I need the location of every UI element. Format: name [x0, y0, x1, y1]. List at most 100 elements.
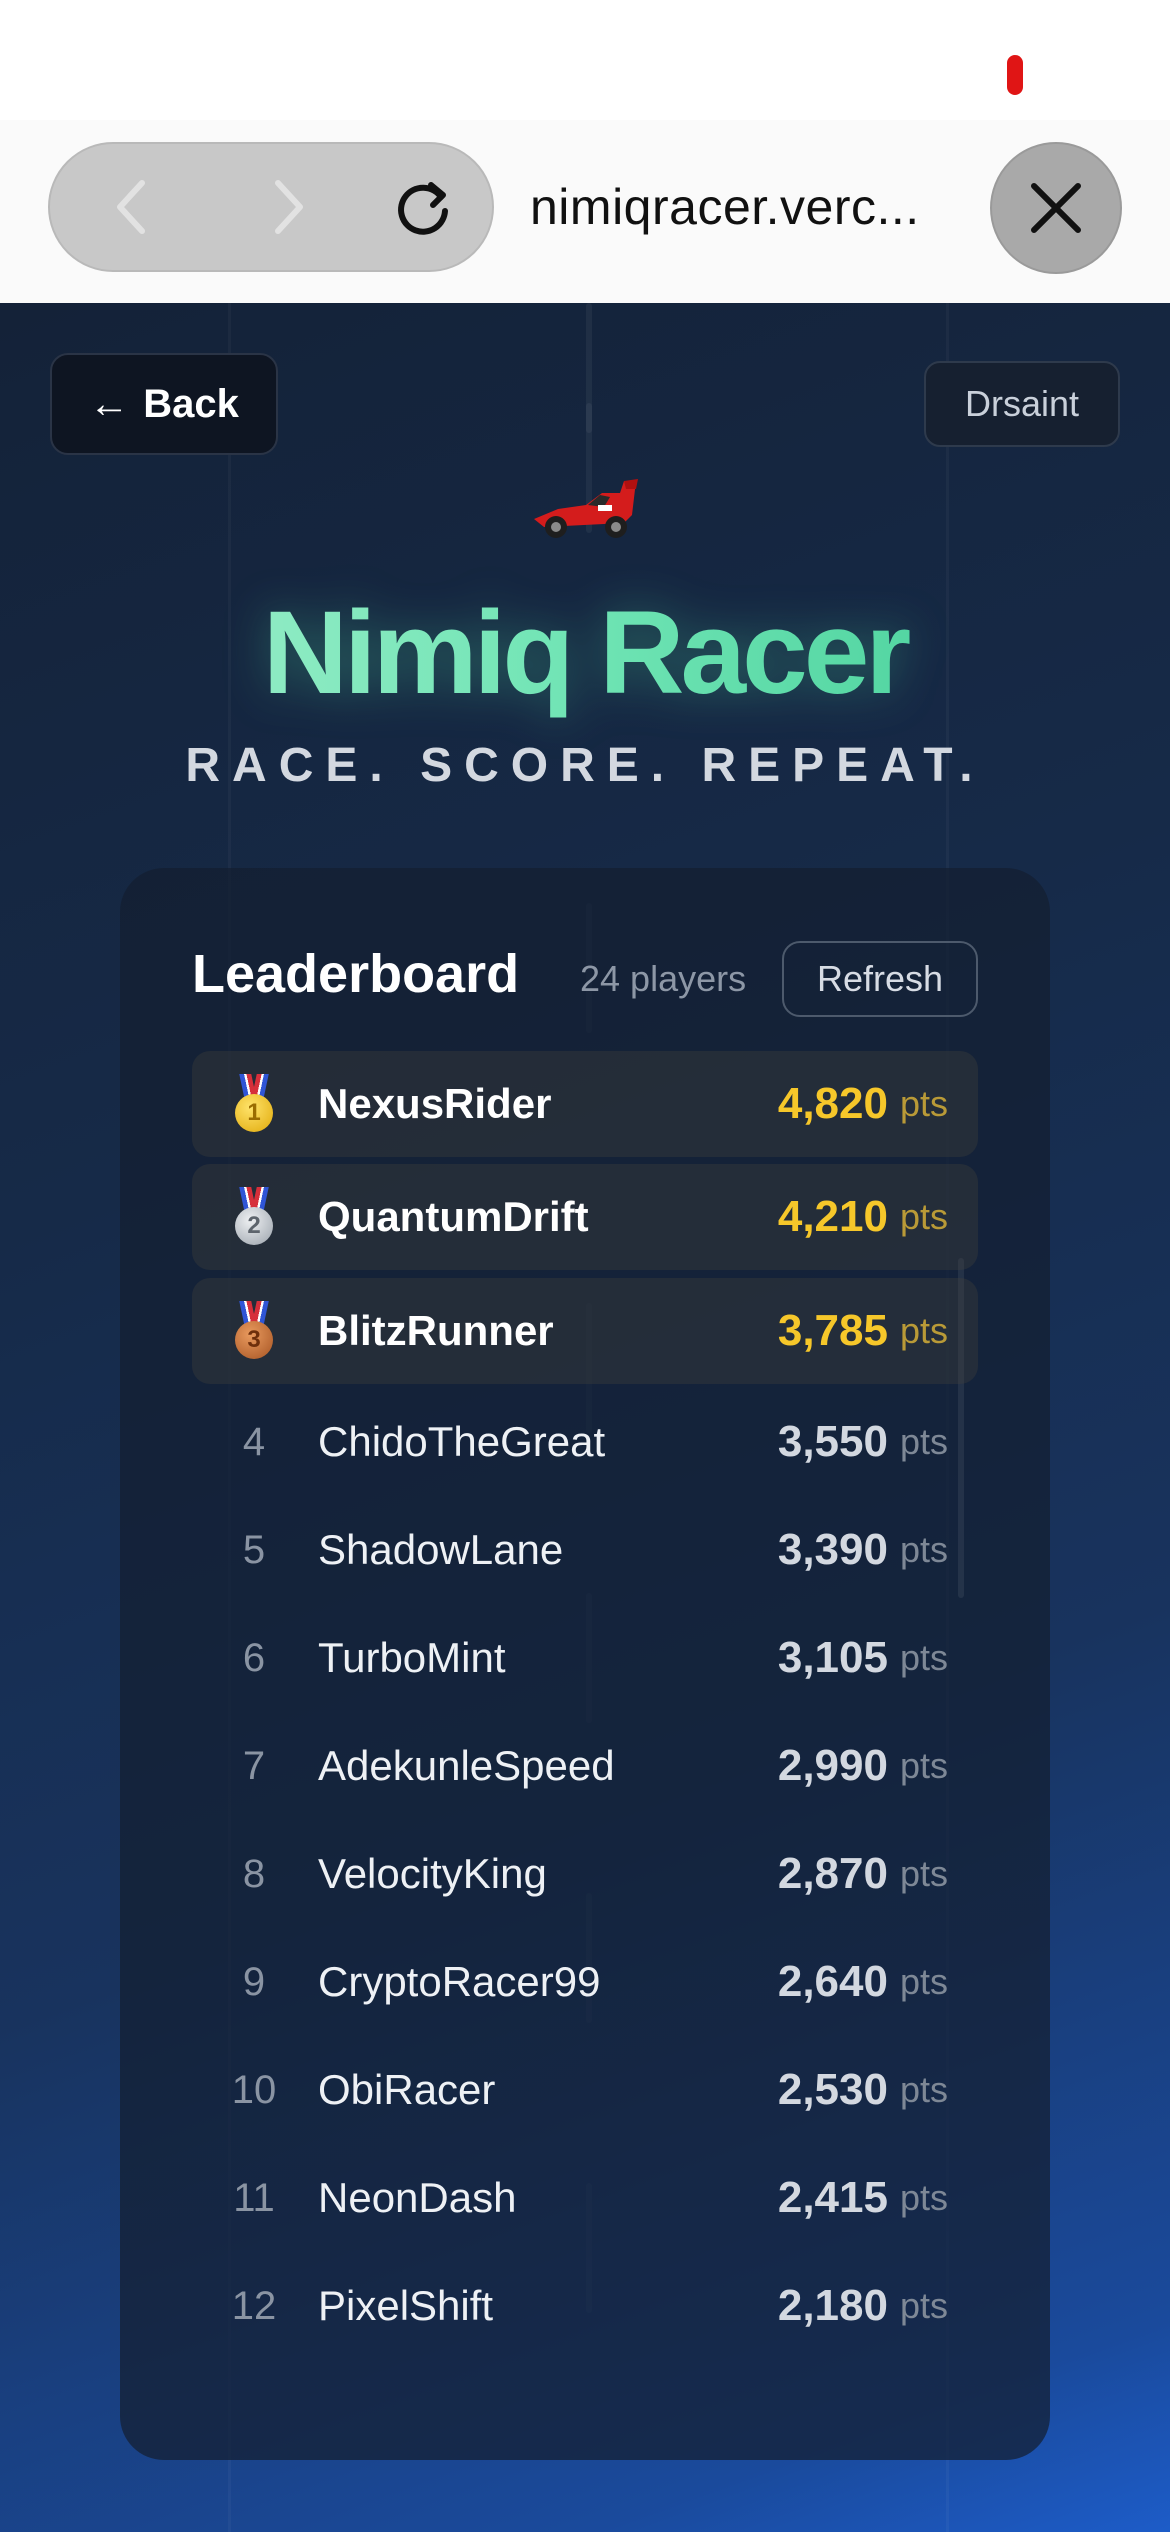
rank-number: 5	[242, 1527, 266, 1572]
medal-rank-number: 1	[235, 1094, 273, 1132]
leaderboard-row: 6 TurboMint 3,105 pts	[192, 1605, 978, 1711]
score-unit: pts	[899, 2069, 948, 2110]
score-unit: pts	[899, 2285, 948, 2326]
player-score: 2,640 pts	[778, 1929, 948, 2035]
score-value: 2,990	[777, 1741, 888, 1790]
browser-close-button[interactable]	[990, 142, 1122, 274]
score-value: 3,390	[777, 1525, 888, 1574]
player-name: BlitzRunner	[318, 1307, 554, 1354]
score-value: 4,820	[777, 1079, 888, 1128]
leaderboard-row: 11 NeonDash 2,415 pts	[192, 2145, 978, 2251]
rank-number: 10	[231, 2067, 277, 2112]
player-score: 4,820 pts	[778, 1051, 948, 1157]
rank-number: 4	[242, 1419, 266, 1464]
app-tagline: RACE. SCORE. REPEAT.	[185, 739, 985, 792]
browser-reload-button[interactable]	[368, 144, 478, 270]
refresh-button[interactable]: Refresh	[782, 941, 978, 1017]
rank-number: 11	[233, 2175, 275, 2220]
back-button-label: Back	[143, 381, 239, 426]
score-unit: pts	[899, 1196, 948, 1237]
score-unit: pts	[899, 1853, 948, 1894]
chevron-left-icon	[117, 180, 145, 234]
player-name: TurboMint	[318, 1634, 506, 1681]
player-score: 3,785 pts	[778, 1278, 948, 1384]
leaderboard-title: Leaderboard	[192, 944, 520, 1004]
navigation-controls	[48, 142, 494, 272]
rank-number: 8	[242, 1851, 266, 1896]
player-score: 3,390 pts	[778, 1497, 948, 1603]
browser-forward-button[interactable]	[235, 144, 345, 270]
player-score: 2,415 pts	[778, 2145, 948, 2251]
score-unit: pts	[899, 1421, 948, 1462]
score-value: 3,550	[777, 1417, 888, 1466]
leaderboard-row: 3 BlitzRunner 3,785 pts	[192, 1278, 978, 1384]
rank-number: 9	[242, 1959, 266, 2004]
app-title: Nimiq Racer	[0, 585, 1170, 721]
player-name: VelocityKing	[318, 1850, 547, 1897]
player-name: CryptoRacer99	[318, 1958, 601, 2005]
url-address[interactable]: nimiqracer.verc...	[530, 178, 950, 236]
score-value: 2,530	[777, 2065, 888, 2114]
score-value: 2,415	[777, 2173, 888, 2222]
leaderboard-row: 8 VelocityKing 2,870 pts	[192, 1821, 978, 1927]
bronze-medal-icon: 3	[232, 1301, 276, 1361]
leaderboard-row: 9 CryptoRacer99 2,640 pts	[192, 1929, 978, 2035]
player-score: 3,105 pts	[778, 1605, 948, 1711]
leaderboard-row: 10 ObiRacer 2,530 pts	[192, 2037, 978, 2143]
leaderboard-row: 12 PixelShift 2,180 pts	[192, 2253, 978, 2359]
score-unit: pts	[899, 1637, 948, 1678]
reload-icon	[398, 182, 448, 235]
score-value: 4,210	[777, 1192, 888, 1241]
player-name: AdekunleSpeed	[318, 1742, 615, 1789]
page: ← Back Drsaint Nimiq Racer RACE. SCORE. …	[0, 303, 1170, 2532]
medal-rank-number: 2	[235, 1207, 273, 1245]
back-button[interactable]: ← Back	[50, 353, 278, 455]
leaderboard-card: Leaderboard 24 players Refresh 1 NexusRid…	[120, 868, 1050, 2460]
player-name: PixelShift	[318, 2282, 494, 2329]
player-name: NeonDash	[318, 2174, 517, 2221]
status-bar	[0, 0, 1170, 140]
recording-indicator	[1007, 55, 1023, 95]
score-value: 3,105	[777, 1633, 888, 1682]
score-unit: pts	[899, 1961, 948, 2002]
leaderboard-row: 5 ShadowLane 3,390 pts	[192, 1497, 978, 1603]
rank-number: 6	[242, 1635, 266, 1680]
score-unit: pts	[899, 2177, 948, 2218]
score-value: 2,870	[777, 1849, 888, 1898]
score-unit: pts	[899, 1310, 948, 1351]
player-score: 2,180 pts	[778, 2253, 948, 2359]
player-name: ShadowLane	[318, 1526, 564, 1573]
leaderboard-row: 7 AdekunleSpeed 2,990 pts	[192, 1713, 978, 1819]
arrow-left-icon: ←	[89, 381, 130, 426]
silver-medal-icon: 2	[232, 1187, 276, 1247]
player-score: 4,210 pts	[778, 1164, 948, 1270]
player-name: NexusRider	[318, 1080, 552, 1127]
score-value: 2,640	[777, 1957, 888, 2006]
browser-toolbar: nimiqracer.verc...	[0, 120, 1170, 303]
browser-back-button[interactable]	[75, 144, 185, 270]
rank-medal: 3	[192, 1278, 316, 1384]
player-count: 24 players	[580, 958, 747, 999]
user-badge[interactable]: Drsaint	[924, 361, 1120, 447]
player-name: ObiRacer	[318, 2066, 496, 2113]
close-icon	[1031, 183, 1081, 233]
gold-medal-icon: 1	[232, 1074, 276, 1134]
rank-medal: 1	[192, 1051, 316, 1157]
score-value: 2,180	[777, 2281, 888, 2330]
rank-number: 12	[231, 2283, 277, 2328]
rank-medal: 2	[192, 1164, 316, 1270]
player-score: 3,550 pts	[778, 1389, 948, 1495]
score-unit: pts	[899, 1745, 948, 1786]
medal-rank-number: 3	[235, 1321, 273, 1359]
leaderboard-row: 4 ChidoTheGreat 3,550 pts	[192, 1389, 978, 1495]
player-name: ChidoTheGreat	[318, 1418, 606, 1465]
score-value: 3,785	[777, 1306, 888, 1355]
race-car-icon	[534, 479, 638, 538]
rank-number: 7	[242, 1743, 266, 1788]
chevron-right-icon	[275, 180, 303, 234]
score-unit: pts	[899, 1529, 948, 1570]
score-unit: pts	[899, 1083, 948, 1124]
player-name: QuantumDrift	[318, 1193, 589, 1240]
player-score: 2,530 pts	[778, 2037, 948, 2143]
player-score: 2,870 pts	[778, 1821, 948, 1927]
